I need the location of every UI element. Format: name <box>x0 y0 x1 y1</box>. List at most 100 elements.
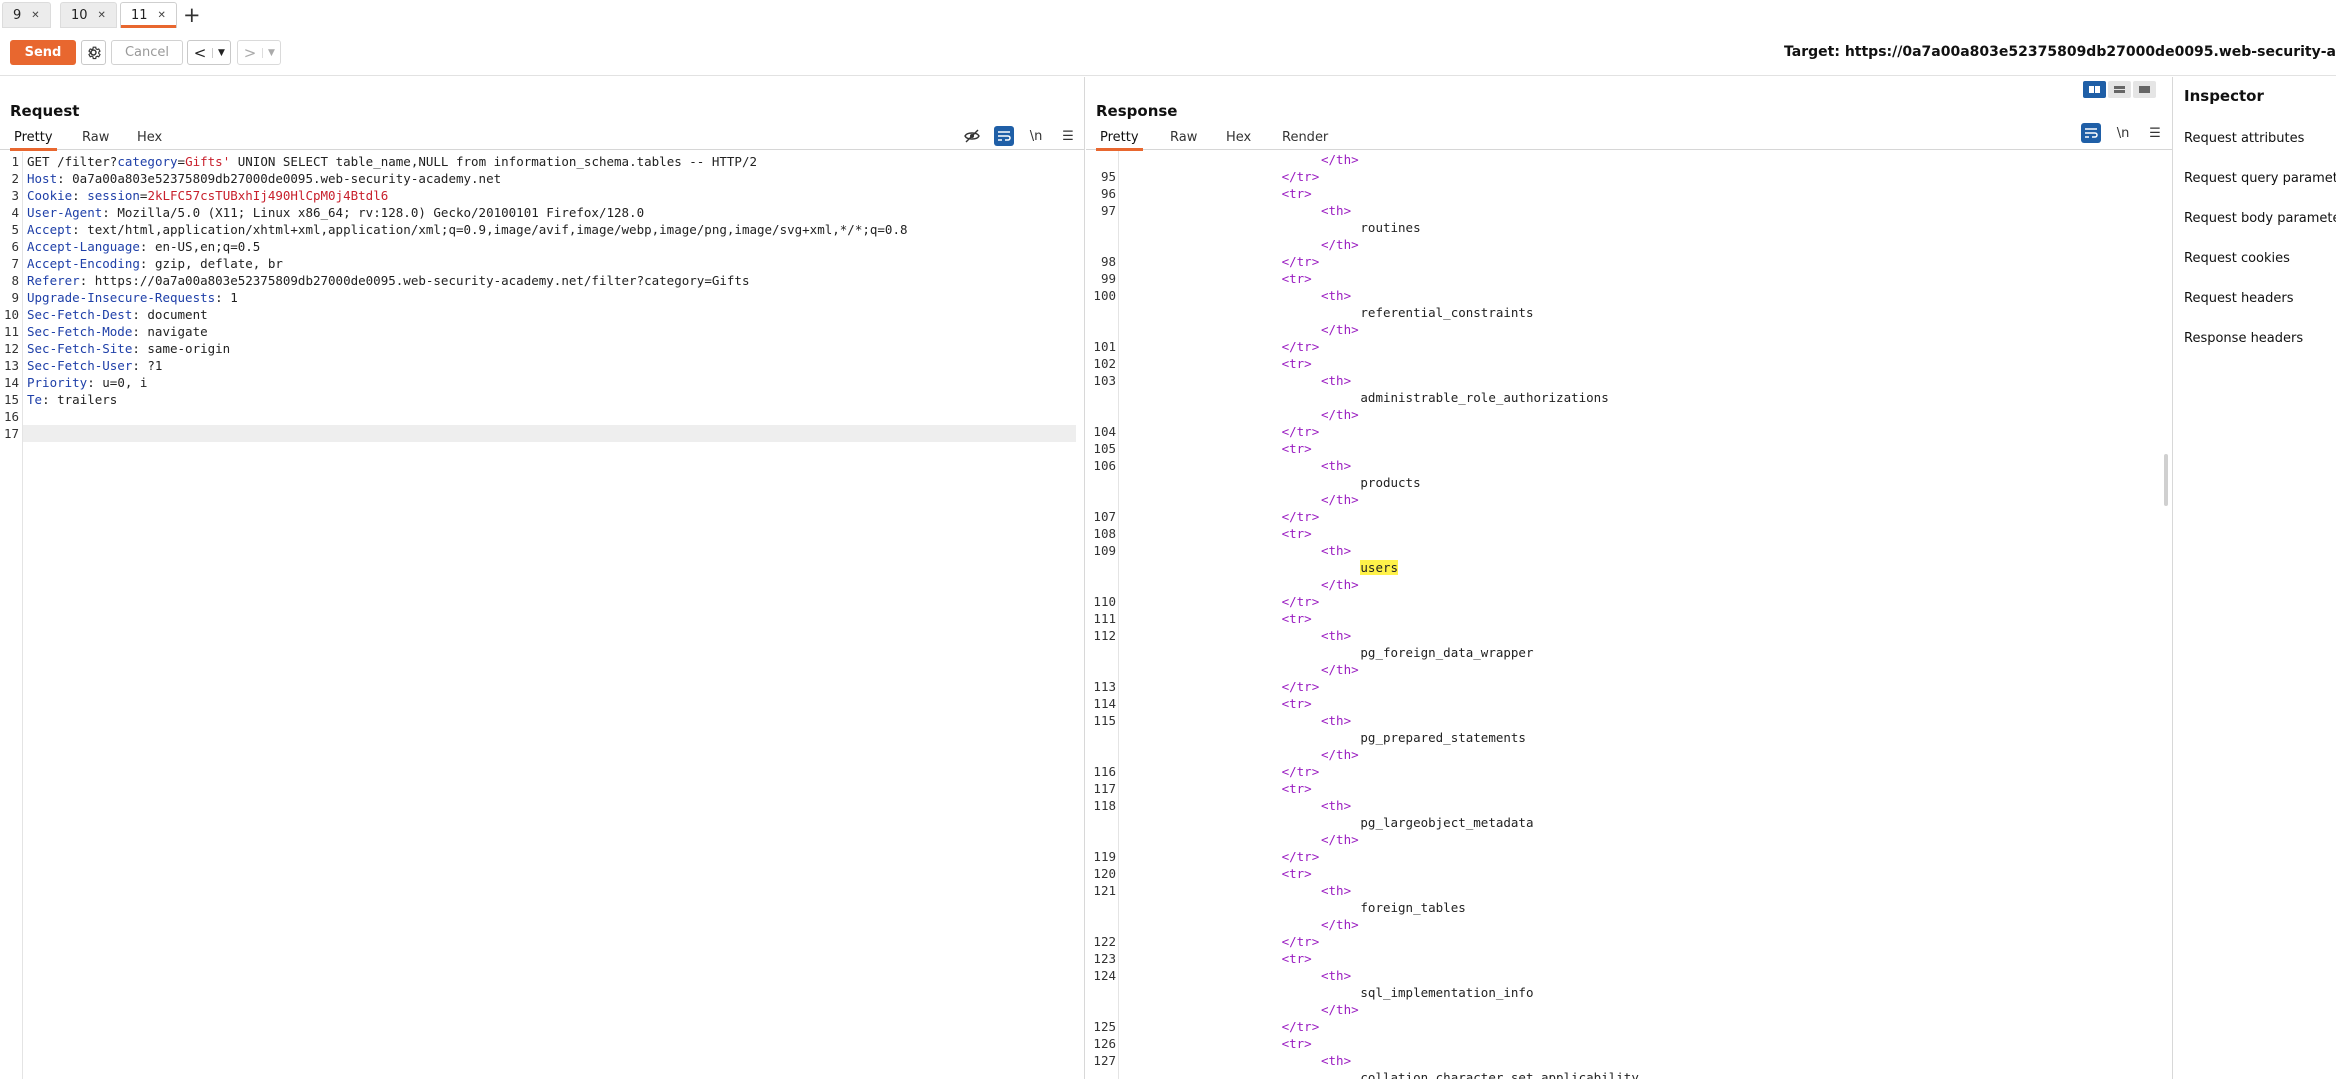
code-token: </tr> <box>1281 1019 1320 1034</box>
layout-stacked-icon[interactable] <box>2108 81 2131 98</box>
response-line: </th> <box>1086 1001 2158 1018</box>
inspector-request-cookies[interactable]: Request cookies <box>2184 251 2290 266</box>
tab-9[interactable]: 9 ✕ <box>2 2 51 28</box>
line-number: 106 <box>1093 458 1116 473</box>
response-line: 120 <tr> <box>1086 865 2158 882</box>
line-number: 103 <box>1093 373 1116 388</box>
inspector-request-query-parameters[interactable]: Request query parameters <box>2184 171 2336 186</box>
code-token: </tr> <box>1281 424 1320 439</box>
code-token: UNION SELECT table_name,NULL from inform… <box>230 154 758 169</box>
request-line-text: Sec-Fetch-Site: same-origin <box>27 340 230 357</box>
menu-icon[interactable]: ☰ <box>1058 126 1078 146</box>
code-token: </th> <box>1321 662 1359 677</box>
code-token: <th> <box>1321 203 1352 218</box>
line-number: 95 <box>1100 169 1116 184</box>
response-line: pg_prepared_statements <box>1086 729 2158 746</box>
newline-icon[interactable]: \n <box>2113 123 2133 143</box>
request-line-text: Sec-Fetch-Mode: navigate <box>27 323 208 340</box>
response-line-text: <tr> <box>1282 525 1312 542</box>
tab-10[interactable]: 10 ✕ <box>60 2 117 28</box>
response-line: 109 <th> <box>1086 542 2158 559</box>
forward-button[interactable]: > ▼ <box>237 40 281 65</box>
tab-hex[interactable]: Hex <box>1222 127 1255 149</box>
chevron-left-icon[interactable]: < <box>188 44 212 62</box>
request-editor[interactable]: 1 GET /filter?category=Gifts' UNION SELEC… <box>0 152 1084 1079</box>
response-line-text: <tr> <box>1282 950 1312 967</box>
tab-raw[interactable]: Raw <box>1166 127 1201 149</box>
line-number: 125 <box>1093 1019 1116 1034</box>
tab-11[interactable]: 11 ✕ <box>120 2 177 28</box>
chevron-right-icon[interactable]: > <box>238 44 262 62</box>
response-line: administrable_role_authorizations <box>1086 389 2158 406</box>
response-line: 102 <tr> <box>1086 355 2158 372</box>
close-icon[interactable]: ✕ <box>31 10 39 21</box>
tab-hex[interactable]: Hex <box>133 127 166 149</box>
response-line: 111 <tr> <box>1086 610 2158 627</box>
newline-icon[interactable]: \n <box>1026 126 1046 146</box>
code-token: </th> <box>1321 322 1359 337</box>
line-number: 16 <box>3 409 19 424</box>
layout-tabs-icon[interactable] <box>2133 81 2156 98</box>
add-tab-icon[interactable]: + <box>183 3 201 27</box>
response-title: Response <box>1096 102 1178 120</box>
line-number: 15 <box>3 392 19 407</box>
response-line-text: pg_largeobject_metadata <box>1360 814 1533 831</box>
line-number: 124 <box>1093 968 1116 983</box>
code-token: sql_implementation_info <box>1360 985 1534 1000</box>
response-line-text: </th> <box>1321 491 1359 508</box>
line-number: 6 <box>11 239 19 254</box>
line-number: 127 <box>1093 1053 1116 1068</box>
send-button[interactable]: Send <box>10 40 76 65</box>
code-token: <tr> <box>1281 951 1312 966</box>
response-editor-actions: \n ☰ <box>2081 123 2165 143</box>
response-line: 107 </tr> <box>1086 508 2158 525</box>
line-number: 8 <box>11 273 19 288</box>
response-line: 103 <th> <box>1086 372 2158 389</box>
eye-slash-icon[interactable] <box>962 126 982 146</box>
code-token: </tr> <box>1281 849 1320 864</box>
layout-split-icon[interactable] <box>2083 81 2106 98</box>
tab-pretty[interactable]: Pretty <box>1096 127 1143 151</box>
response-line: sql_implementation_info <box>1086 984 2158 1001</box>
dropdown-icon[interactable]: ▼ <box>262 47 280 58</box>
code-token: </tr> <box>1281 509 1320 524</box>
word-wrap-icon[interactable] <box>2081 123 2101 143</box>
code-token: <tr> <box>1281 696 1312 711</box>
back-button[interactable]: < ▼ <box>187 40 231 65</box>
cancel-button[interactable]: Cancel <box>111 40 183 65</box>
response-line: 98 </tr> <box>1086 253 2158 270</box>
inspector-request-attributes[interactable]: Request attributes <box>2184 131 2304 146</box>
tab-render[interactable]: Render <box>1278 127 1332 149</box>
response-line-text: </th> <box>1321 406 1359 423</box>
line-number: 5 <box>11 222 19 237</box>
response-line-text: </th> <box>1321 1001 1359 1018</box>
menu-icon[interactable]: ☰ <box>2145 123 2165 143</box>
code-token: : same-origin <box>132 341 231 356</box>
target-url[interactable]: Target: https://0a7a00a803e52375809db270… <box>1784 44 2336 60</box>
code-token: : 0a7a00a803e52375809db27000de0095.web-s… <box>57 171 502 186</box>
response-editor[interactable]: </th> 95 </tr> 96 <tr> 97 <th> routines </th> 98 <… <box>1086 151 2172 1079</box>
line-number: 123 <box>1093 951 1116 966</box>
inspector-request-body-parameters[interactable]: Request body parameters <box>2184 211 2336 226</box>
settings-gear-icon[interactable] <box>81 40 106 65</box>
tab-raw[interactable]: Raw <box>78 127 113 149</box>
line-number: 3 <box>11 188 19 203</box>
inspector-response-headers[interactable]: Response headers <box>2184 331 2303 346</box>
tab-label: 11 <box>131 7 148 23</box>
response-line: 112 <th> <box>1086 627 2158 644</box>
close-icon[interactable]: ✕ <box>98 10 106 21</box>
response-line: </th> <box>1086 831 2158 848</box>
code-token: <tr> <box>1281 611 1312 626</box>
response-line-text: <tr> <box>1282 780 1312 797</box>
tab-pretty[interactable]: Pretty <box>10 127 57 151</box>
request-line: 3 Cookie: session=2kLFC57csTUBxhIj490HlCp… <box>0 187 1084 204</box>
response-line: 101 </tr> <box>1086 338 2158 355</box>
scrollbar-thumb[interactable] <box>2164 454 2168 506</box>
word-wrap-icon[interactable] <box>994 126 1014 146</box>
code-token: pg_largeobject_metadata <box>1360 815 1534 830</box>
response-line: foreign_tables <box>1086 899 2158 916</box>
dropdown-icon[interactable]: ▼ <box>212 47 230 58</box>
inspector-request-headers[interactable]: Request headers <box>2184 291 2294 306</box>
response-line: 104 </tr> <box>1086 423 2158 440</box>
close-icon[interactable]: ✕ <box>158 10 166 21</box>
